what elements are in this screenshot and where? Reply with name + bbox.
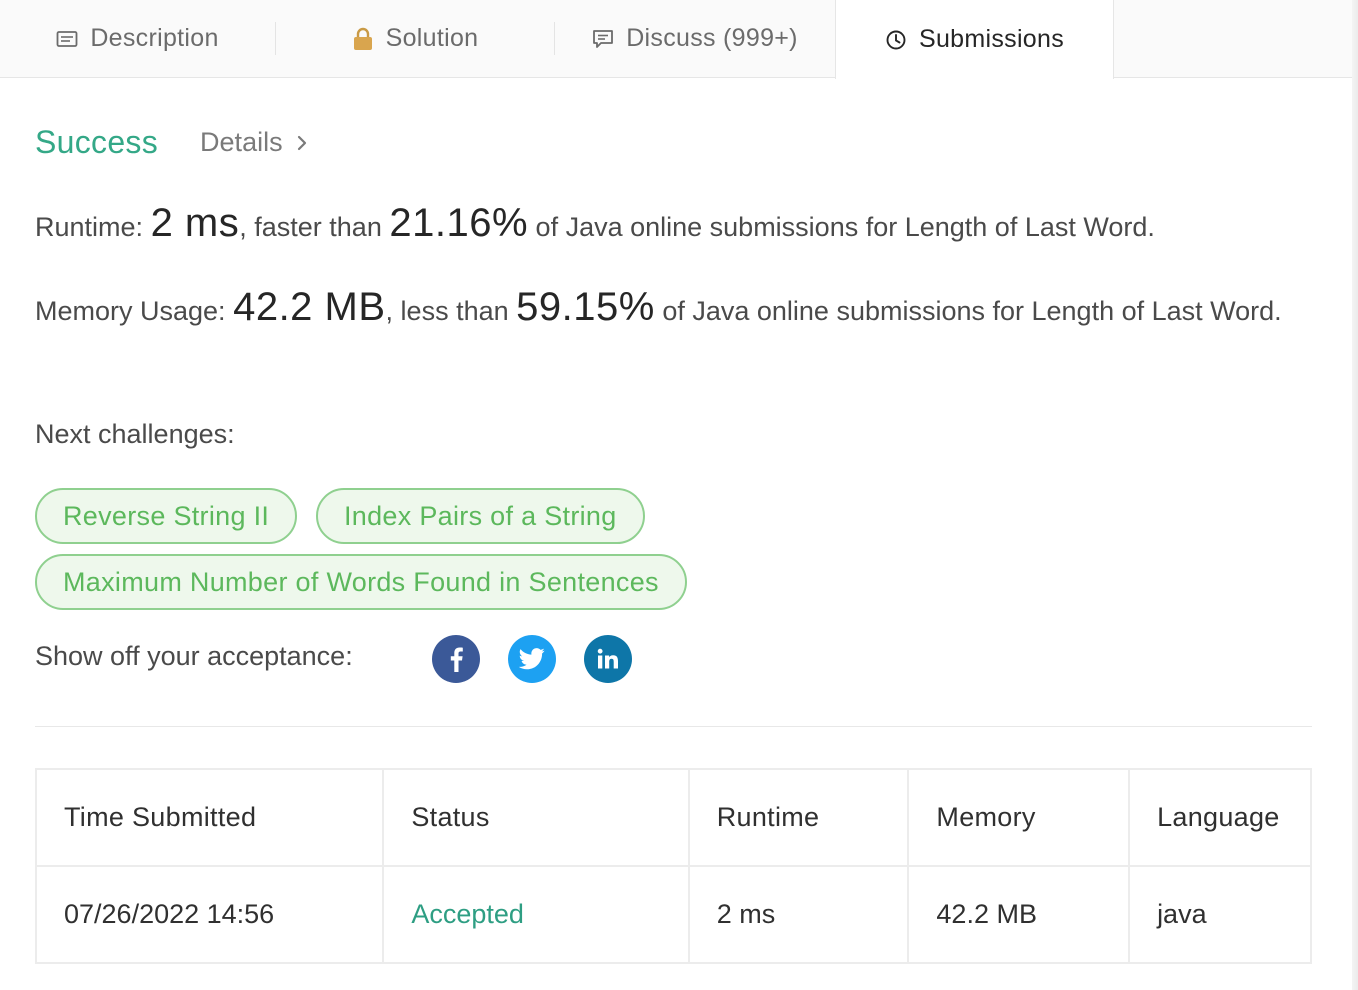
runtime-percent: 21.16% — [389, 201, 529, 245]
lock-icon — [352, 27, 374, 51]
runtime-comparison: , faster than — [239, 212, 382, 242]
memory-comparison: , less than — [385, 296, 509, 326]
chevron-right-icon — [297, 135, 306, 150]
cell-memory: 42.2 MB — [907, 865, 1131, 964]
twitter-share-button[interactable] — [508, 635, 556, 683]
next-challenges-label: Next challenges: — [35, 419, 235, 449]
status-success: Success — [35, 124, 159, 160]
description-icon — [56, 30, 78, 48]
details-link[interactable]: Details — [200, 127, 307, 158]
cell-time-submitted: 07/26/2022 14:56 — [34, 865, 385, 964]
clock-icon — [885, 29, 907, 51]
tab-discuss[interactable]: Discuss (999+) — [555, 0, 835, 77]
challenge-chip[interactable]: Reverse String II — [35, 488, 298, 544]
tab-submissions[interactable]: Submissions — [835, 0, 1114, 79]
linkedin-icon — [597, 648, 618, 669]
runtime-label: Runtime: — [35, 212, 144, 242]
challenge-chip[interactable]: Maximum Number of Words Found in Sentenc… — [35, 554, 687, 610]
column-header-time-submitted[interactable]: Time Submitted — [34, 768, 385, 867]
runtime-value: 2 ms — [150, 201, 240, 245]
details-label: Details — [200, 127, 283, 157]
challenge-chip[interactable]: Index Pairs of a String — [316, 488, 645, 544]
memory-suffix: of Java online submissions for Length of… — [662, 296, 1282, 326]
memory-value: 42.2 MB — [233, 285, 386, 329]
submissions-table: Time Submitted Status Runtime Memory Lan… — [34, 768, 1312, 964]
facebook-icon — [450, 647, 463, 672]
column-header-language[interactable]: Language — [1128, 768, 1312, 867]
memory-stat: Memory Usage: 42.2 MB, less than 59.15% … — [35, 286, 1295, 332]
tab-label: Discuss (999+) — [626, 24, 798, 52]
tab-description[interactable]: Description — [0, 0, 275, 77]
cell-runtime: 2 ms — [687, 865, 910, 964]
column-header-memory[interactable]: Memory — [907, 768, 1131, 867]
runtime-stat: Runtime: 2 ms, faster than 21.16% of Jav… — [35, 202, 1295, 248]
twitter-icon — [519, 648, 545, 670]
table-header-row: Time Submitted Status Runtime Memory Lan… — [34, 768, 1312, 867]
panel-edge-shadow — [1352, 0, 1358, 990]
facebook-share-button[interactable] — [432, 635, 480, 683]
tab-label: Description — [90, 24, 219, 52]
section-divider — [35, 726, 1312, 727]
linkedin-share-button[interactable] — [584, 635, 632, 683]
table-row: 07/26/2022 14:56 Accepted 2 ms 42.2 MB j… — [34, 865, 1312, 964]
runtime-suffix: of Java online submissions for Length of… — [535, 212, 1155, 242]
tab-solution[interactable]: Solution — [276, 0, 554, 77]
tab-bar: Description Solution Discuss (999+) Subm… — [0, 0, 1358, 79]
discuss-icon — [592, 28, 614, 50]
cell-language: java — [1128, 865, 1312, 964]
cell-status: Accepted — [382, 865, 690, 964]
memory-percent: 59.15% — [516, 285, 655, 329]
column-header-status[interactable]: Status — [382, 768, 690, 867]
column-header-runtime[interactable]: Runtime — [687, 768, 910, 867]
tab-label: Submissions — [918, 25, 1065, 53]
status-accepted-link[interactable]: Accepted — [411, 899, 524, 929]
memory-label: Memory Usage: — [35, 296, 226, 326]
result-header: Success Details — [35, 124, 307, 161]
share-label: Show off your acceptance: — [35, 641, 353, 671]
tab-label: Solution — [385, 24, 479, 52]
